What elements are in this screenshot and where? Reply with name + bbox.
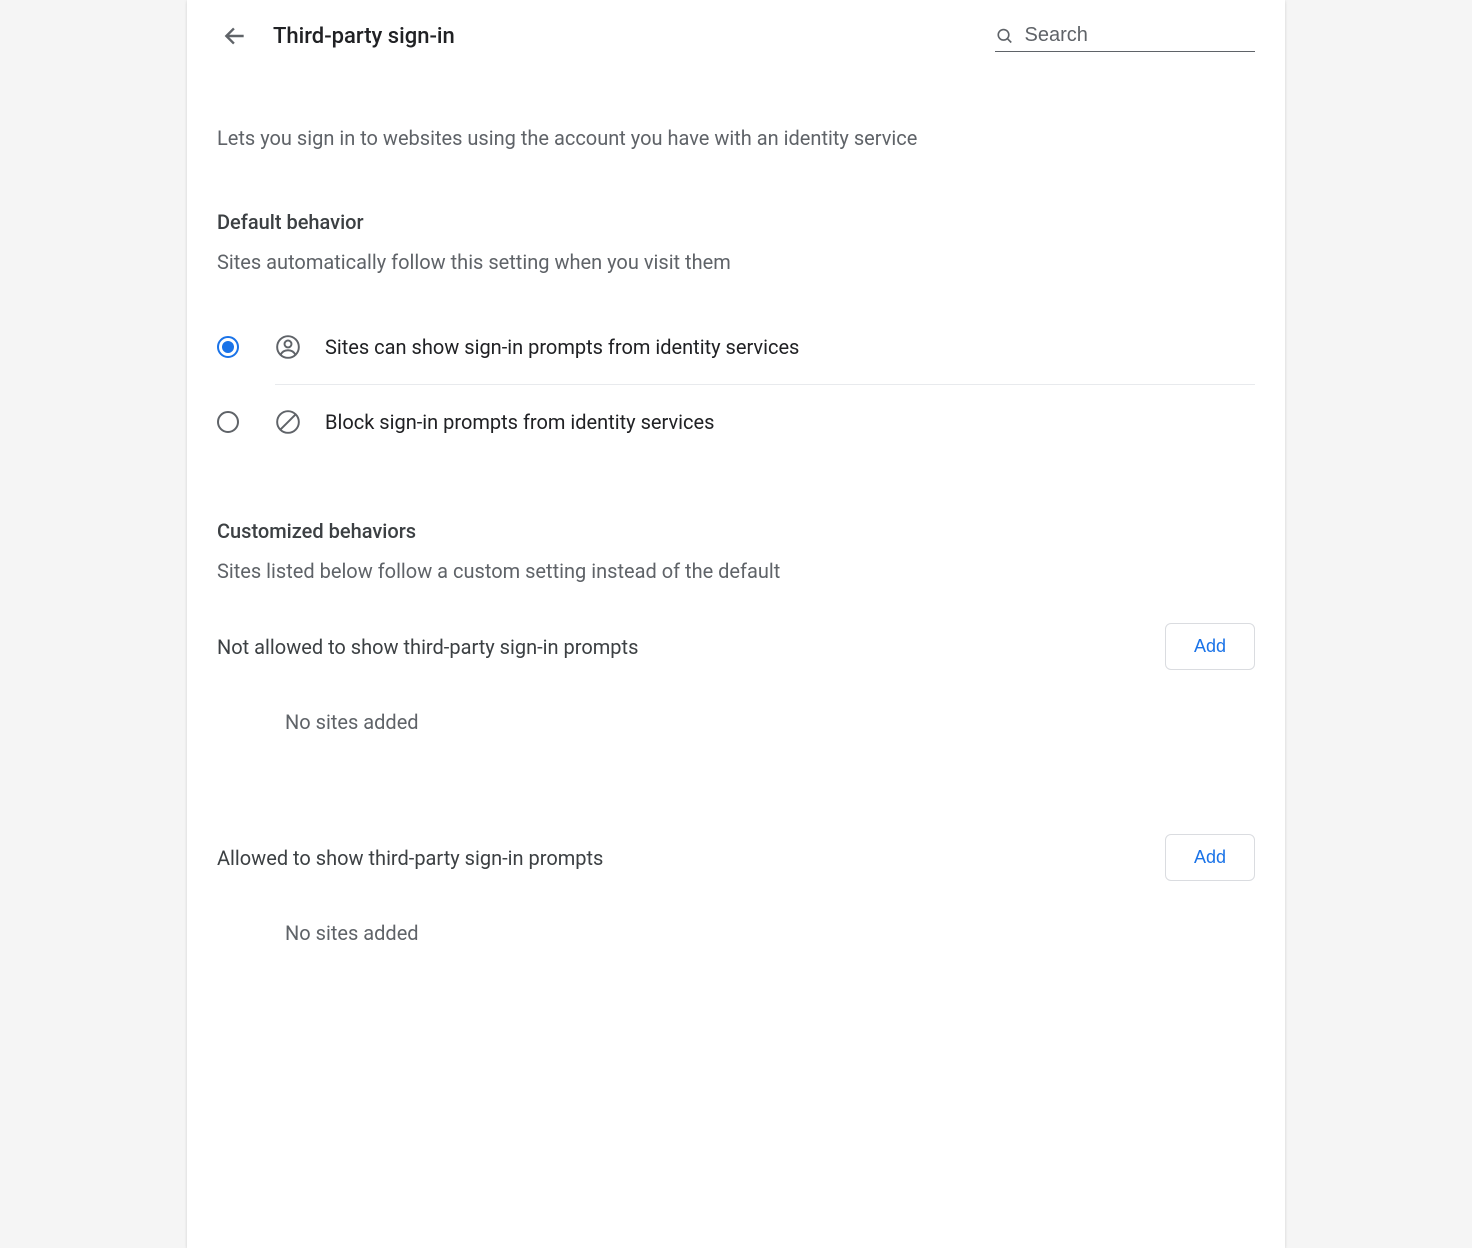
option-block-signin[interactable]: Block sign-in prompts from identity serv… bbox=[217, 384, 1255, 459]
allowed-section: Allowed to show third-party sign-in prom… bbox=[217, 834, 1255, 945]
search-field[interactable] bbox=[995, 20, 1255, 52]
allowed-row: Allowed to show third-party sign-in prom… bbox=[217, 834, 1255, 881]
default-behavior-sub: Sites automatically follow this setting … bbox=[217, 250, 1255, 274]
not-allowed-row: Not allowed to show third-party sign-in … bbox=[217, 623, 1255, 670]
option-label: Block sign-in prompts from identity serv… bbox=[325, 410, 714, 434]
customized-heading: Customized behaviors bbox=[217, 519, 1255, 543]
option-label: Sites can show sign-in prompts from iden… bbox=[325, 335, 799, 359]
add-allowed-button[interactable]: Add bbox=[1165, 834, 1255, 881]
allowed-label: Allowed to show third-party sign-in prom… bbox=[217, 846, 603, 870]
search-icon bbox=[995, 25, 1015, 47]
default-behavior-options: Sites can show sign-in prompts from iden… bbox=[217, 310, 1255, 459]
search-input[interactable] bbox=[1025, 24, 1256, 47]
radio-selected bbox=[217, 336, 239, 358]
allowed-empty: No sites added bbox=[285, 921, 1255, 945]
back-button[interactable] bbox=[217, 18, 253, 54]
page-title: Third-party sign-in bbox=[273, 24, 455, 49]
add-not-allowed-button[interactable]: Add bbox=[1165, 623, 1255, 670]
not-allowed-section: Not allowed to show third-party sign-in … bbox=[217, 623, 1255, 734]
intro-text: Lets you sign in to websites using the a… bbox=[217, 126, 1255, 150]
header: Third-party sign-in bbox=[187, 0, 1285, 54]
settings-page: Third-party sign-in Lets you sign in to … bbox=[187, 0, 1285, 1248]
option-allow-signin[interactable]: Sites can show sign-in prompts from iden… bbox=[217, 310, 1255, 384]
block-icon bbox=[275, 409, 301, 435]
account-circle-icon bbox=[275, 334, 301, 360]
not-allowed-empty: No sites added bbox=[285, 710, 1255, 734]
content: Lets you sign in to websites using the a… bbox=[187, 54, 1285, 975]
arrow-left-icon bbox=[222, 23, 248, 49]
customized-sub: Sites listed below follow a custom setti… bbox=[217, 559, 1255, 583]
radio-unselected bbox=[217, 411, 239, 433]
not-allowed-label: Not allowed to show third-party sign-in … bbox=[217, 635, 638, 659]
default-behavior-heading: Default behavior bbox=[217, 210, 1255, 234]
